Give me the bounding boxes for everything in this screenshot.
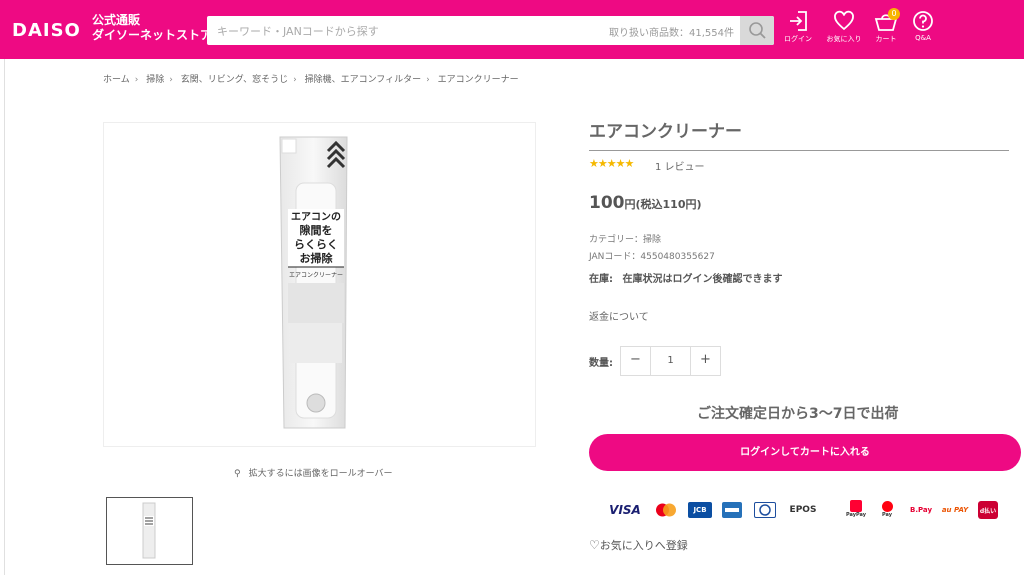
amex-icon: [725, 508, 739, 512]
zoom-hint: ⚲ 拡大するには画像をロールオーバー: [234, 466, 393, 479]
search-input[interactable]: キーワード・JANコードから探す: [217, 23, 379, 39]
store-name-line2: ダイソーネットストア: [92, 28, 213, 42]
mastercard-icon: [656, 503, 676, 517]
qa-button[interactable]: Q&A: [903, 10, 943, 42]
product-image-frame[interactable]: エアコンの 隙間を らくらく お掃除 エアコンクリーナー: [103, 122, 536, 447]
price-value: 100: [589, 193, 625, 213]
daiso-logo[interactable]: DAISO: [12, 20, 81, 41]
product-count: 取り扱い商品数：41,554件: [609, 28, 734, 39]
package-line-1: エアコンの: [291, 211, 341, 223]
quantity-input[interactable]: 1: [650, 347, 691, 375]
category-text: カテゴリー：掃除: [589, 235, 662, 245]
heart-icon: ♡: [589, 538, 600, 552]
thumbnail-image: [142, 502, 156, 559]
cart-button[interactable]: 0 カート: [866, 8, 906, 44]
merpay-label: Pay: [881, 511, 892, 518]
quantity-stepper: − 1 +: [620, 346, 721, 376]
diners-logo: [754, 502, 776, 518]
qa-label: Q&A: [915, 34, 931, 42]
login-button[interactable]: ログイン: [778, 10, 818, 44]
site-header: DAISO 公式通販 ダイソーネットストア キーワード・JANコードから探す 取…: [0, 0, 1024, 59]
package-line-2: 隙間を: [300, 223, 333, 237]
package-line-4: お掃除: [300, 251, 334, 265]
dbarai-logo: d払い: [978, 501, 998, 519]
breadcrumb-separator: ›: [426, 75, 430, 85]
stock-value: 在庫状況はログイン後確認できます: [622, 274, 783, 285]
login-label: ログイン: [784, 35, 812, 43]
paypay-label: PayPay: [845, 512, 867, 518]
breadcrumb-separator: ›: [134, 75, 139, 85]
breadcrumb-cleaning[interactable]: 掃除: [146, 72, 164, 85]
merpay-icon: [881, 500, 893, 512]
product-thumbnail[interactable]: [106, 497, 193, 565]
product-image: エアコンの 隙間を らくらく お掃除 エアコンクリーナー: [279, 136, 348, 429]
jan-code: JANコード：4550480355627: [589, 252, 715, 262]
favorites-button[interactable]: お気に入り: [824, 10, 864, 44]
store-name-line1: 公式通販: [92, 13, 141, 27]
refund-link[interactable]: 返金について: [589, 308, 649, 323]
breadcrumb-entrance[interactable]: 玄関、リビング、窓そうじ: [181, 72, 288, 85]
review-count[interactable]: 1 レビュー: [655, 158, 705, 173]
zoom-icon: ⚲: [234, 469, 241, 479]
epos-logo: EPOS: [789, 505, 817, 515]
favorites-label: お気に入り: [826, 35, 862, 43]
bpay-logo: B.Pay: [910, 506, 933, 514]
breadcrumb-separator: ›: [293, 75, 297, 85]
breadcrumb-separator: ›: [169, 75, 173, 85]
shipping-notice: ご注文確定日から3〜7日で出荷: [697, 406, 899, 422]
title-divider: [589, 150, 1009, 151]
stock-status: 在庫: 在庫状況はログイン後確認できます: [589, 270, 782, 285]
breadcrumb-vacuum[interactable]: 掃除機、エアコンフィルター: [305, 72, 422, 85]
add-to-favorites-link[interactable]: ♡お気に入りへ登録: [589, 537, 688, 553]
paypay-icon: [850, 500, 862, 512]
store-name[interactable]: 公式通販 ダイソーネットストア: [92, 13, 212, 43]
merpay-logo: Pay: [880, 498, 894, 520]
quantity-plus-button[interactable]: +: [691, 347, 720, 375]
search-icon: [749, 22, 766, 39]
diners-icon: [759, 504, 771, 516]
price-tax: 円(税込110円): [624, 198, 702, 211]
amex-logo: [722, 502, 742, 518]
aupay-logo: au PAY: [941, 506, 969, 514]
search-button[interactable]: [740, 16, 774, 45]
rating-stars[interactable]: ★★★★★: [589, 157, 634, 170]
heart-icon: [834, 10, 854, 31]
quantity-minus-button[interactable]: −: [621, 347, 650, 375]
breadcrumb: ホーム › 掃除 › 玄関、リビング、窓そうじ › 掃除機、エアコンフィルター › エア…: [103, 72, 519, 85]
package-line-3: らくらく: [294, 238, 338, 251]
favorite-label: お気に入りへ登録: [599, 539, 688, 552]
login-icon: [790, 11, 807, 31]
question-icon: [913, 11, 933, 31]
price: 100円(税込110円): [589, 193, 702, 213]
mastercard-logo: [654, 500, 678, 520]
breadcrumb-current: エアコンクリーナー: [437, 75, 519, 85]
cart-label: カート: [875, 35, 897, 43]
zoom-hint-text: 拡大するには画像をロールオーバー: [248, 469, 393, 479]
stock-label: 在庫:: [589, 274, 613, 285]
breadcrumb-home[interactable]: ホーム: [103, 72, 130, 85]
cart-count-badge: 0: [888, 8, 900, 20]
package-name: エアコンクリーナー: [289, 272, 343, 279]
search-bar[interactable]: キーワード・JANコードから探す 取り扱い商品数：41,554件: [207, 16, 774, 45]
visa-logo: VISA: [609, 503, 641, 517]
add-to-cart-button[interactable]: ログインしてカートに入れる: [589, 434, 1021, 471]
left-border: [0, 59, 5, 575]
paypay-logo: PayPay: [845, 498, 867, 520]
jcb-logo: JCB: [688, 502, 712, 518]
quantity-label: 数量:: [589, 358, 613, 369]
product-title: エアコンクリーナー: [589, 122, 742, 142]
